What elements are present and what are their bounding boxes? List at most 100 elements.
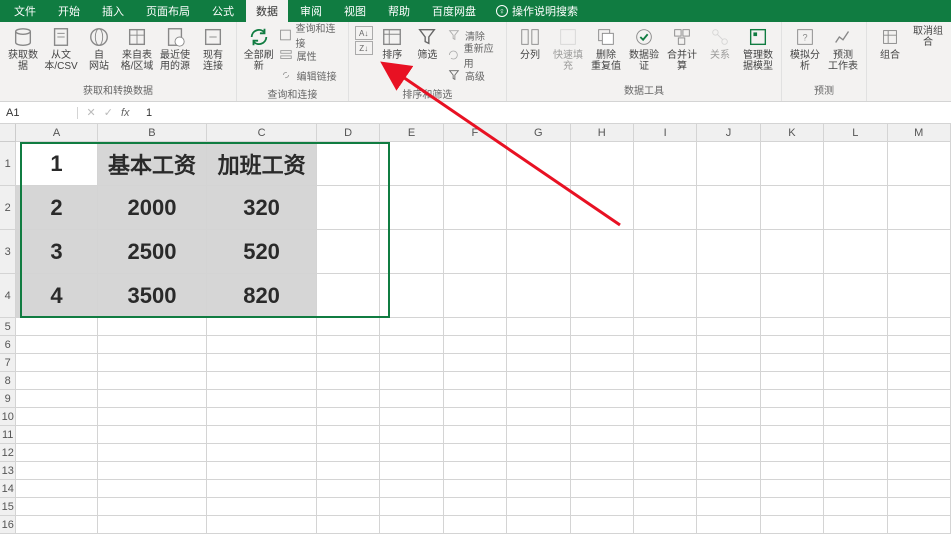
cell[interactable] bbox=[761, 498, 824, 516]
cell[interactable] bbox=[571, 444, 634, 462]
cell[interactable] bbox=[317, 426, 380, 444]
cell[interactable] bbox=[888, 426, 951, 444]
cell[interactable] bbox=[444, 498, 507, 516]
cell[interactable] bbox=[380, 274, 443, 318]
cell[interactable] bbox=[634, 372, 697, 390]
tab-home[interactable]: 开始 bbox=[48, 0, 90, 22]
cell[interactable] bbox=[888, 372, 951, 390]
filter-button[interactable]: 筛选 bbox=[412, 26, 443, 61]
cell[interactable] bbox=[888, 498, 951, 516]
cell[interactable] bbox=[697, 274, 760, 318]
cell[interactable] bbox=[824, 318, 887, 336]
cell[interactable] bbox=[98, 354, 208, 372]
cell[interactable] bbox=[16, 426, 97, 444]
row-header[interactable]: 12 bbox=[0, 444, 16, 462]
cell[interactable] bbox=[507, 498, 570, 516]
cell[interactable] bbox=[380, 142, 443, 186]
cell[interactable] bbox=[507, 426, 570, 444]
cell[interactable]: 3 bbox=[16, 230, 97, 274]
remove-duplicates-button[interactable]: 删除 重复值 bbox=[589, 26, 623, 72]
cell[interactable] bbox=[634, 426, 697, 444]
data-validation-button[interactable]: 数据验 证 bbox=[627, 26, 661, 72]
cell[interactable] bbox=[761, 390, 824, 408]
col-header[interactable]: C bbox=[207, 124, 317, 142]
from-web-button[interactable]: 自 网站 bbox=[82, 26, 116, 72]
cell[interactable] bbox=[824, 230, 887, 274]
tab-layout[interactable]: 页面布局 bbox=[136, 0, 200, 22]
cell[interactable] bbox=[98, 444, 208, 462]
cell[interactable] bbox=[824, 462, 887, 480]
cell[interactable] bbox=[824, 354, 887, 372]
cell[interactable] bbox=[571, 230, 634, 274]
cell[interactable] bbox=[697, 426, 760, 444]
col-header[interactable]: F bbox=[444, 124, 507, 142]
enter-icon[interactable]: ✓ bbox=[104, 106, 113, 119]
cell[interactable] bbox=[888, 444, 951, 462]
cell[interactable] bbox=[380, 230, 443, 274]
cell[interactable] bbox=[571, 318, 634, 336]
cell[interactable] bbox=[697, 480, 760, 498]
recent-sources-button[interactable]: 最近使 用的源 bbox=[158, 26, 192, 72]
formula-input[interactable]: 1 bbox=[138, 107, 152, 119]
cell[interactable] bbox=[207, 516, 317, 534]
cell[interactable] bbox=[98, 516, 208, 534]
tab-insert[interactable]: 插入 bbox=[92, 0, 134, 22]
cell[interactable] bbox=[317, 372, 380, 390]
text-to-columns-button[interactable]: 分列 bbox=[513, 26, 547, 61]
cell[interactable] bbox=[317, 498, 380, 516]
fx-icon[interactable]: fx bbox=[121, 107, 130, 119]
row-header[interactable]: 5 bbox=[0, 318, 16, 336]
cell[interactable] bbox=[444, 354, 507, 372]
cell[interactable] bbox=[207, 480, 317, 498]
row-header[interactable]: 10 bbox=[0, 408, 16, 426]
cell[interactable] bbox=[571, 186, 634, 230]
col-header[interactable]: M bbox=[888, 124, 951, 142]
cell[interactable]: 520 bbox=[207, 230, 317, 274]
cell[interactable] bbox=[634, 318, 697, 336]
row-header[interactable]: 6 bbox=[0, 336, 16, 354]
cell[interactable] bbox=[380, 426, 443, 444]
cell[interactable] bbox=[444, 186, 507, 230]
cell[interactable] bbox=[444, 516, 507, 534]
cell[interactable] bbox=[16, 480, 97, 498]
row-header[interactable]: 3 bbox=[0, 230, 16, 274]
tab-view[interactable]: 视图 bbox=[334, 0, 376, 22]
cell[interactable] bbox=[634, 462, 697, 480]
cell[interactable] bbox=[16, 354, 97, 372]
cell[interactable] bbox=[507, 354, 570, 372]
cell[interactable] bbox=[317, 408, 380, 426]
cell[interactable] bbox=[380, 462, 443, 480]
cell[interactable] bbox=[16, 408, 97, 426]
cell[interactable] bbox=[507, 408, 570, 426]
row-header[interactable]: 7 bbox=[0, 354, 16, 372]
cell[interactable] bbox=[98, 498, 208, 516]
cell[interactable] bbox=[634, 390, 697, 408]
cell[interactable] bbox=[507, 480, 570, 498]
cell[interactable] bbox=[888, 354, 951, 372]
group-button[interactable]: 组合 bbox=[873, 26, 907, 61]
cell[interactable] bbox=[207, 444, 317, 462]
cell[interactable] bbox=[317, 318, 380, 336]
tab-file[interactable]: 文件 bbox=[4, 0, 46, 22]
cell[interactable] bbox=[16, 498, 97, 516]
flash-fill-button[interactable]: 快速填充 bbox=[551, 26, 585, 72]
cell[interactable] bbox=[761, 186, 824, 230]
cell[interactable] bbox=[207, 318, 317, 336]
advanced-filter-button[interactable]: 高级 bbox=[447, 66, 500, 84]
cell[interactable] bbox=[317, 274, 380, 318]
cell[interactable] bbox=[380, 186, 443, 230]
cell[interactable] bbox=[571, 408, 634, 426]
cell[interactable] bbox=[317, 230, 380, 274]
cell[interactable] bbox=[761, 336, 824, 354]
cell[interactable] bbox=[380, 354, 443, 372]
cell[interactable] bbox=[761, 480, 824, 498]
cell[interactable] bbox=[761, 372, 824, 390]
cell[interactable] bbox=[761, 230, 824, 274]
tab-formula[interactable]: 公式 bbox=[202, 0, 244, 22]
row-header[interactable]: 11 bbox=[0, 426, 16, 444]
cell[interactable] bbox=[444, 336, 507, 354]
tab-help[interactable]: 帮助 bbox=[378, 0, 420, 22]
cell[interactable] bbox=[207, 426, 317, 444]
col-header[interactable]: B bbox=[98, 124, 208, 142]
cell[interactable] bbox=[634, 336, 697, 354]
